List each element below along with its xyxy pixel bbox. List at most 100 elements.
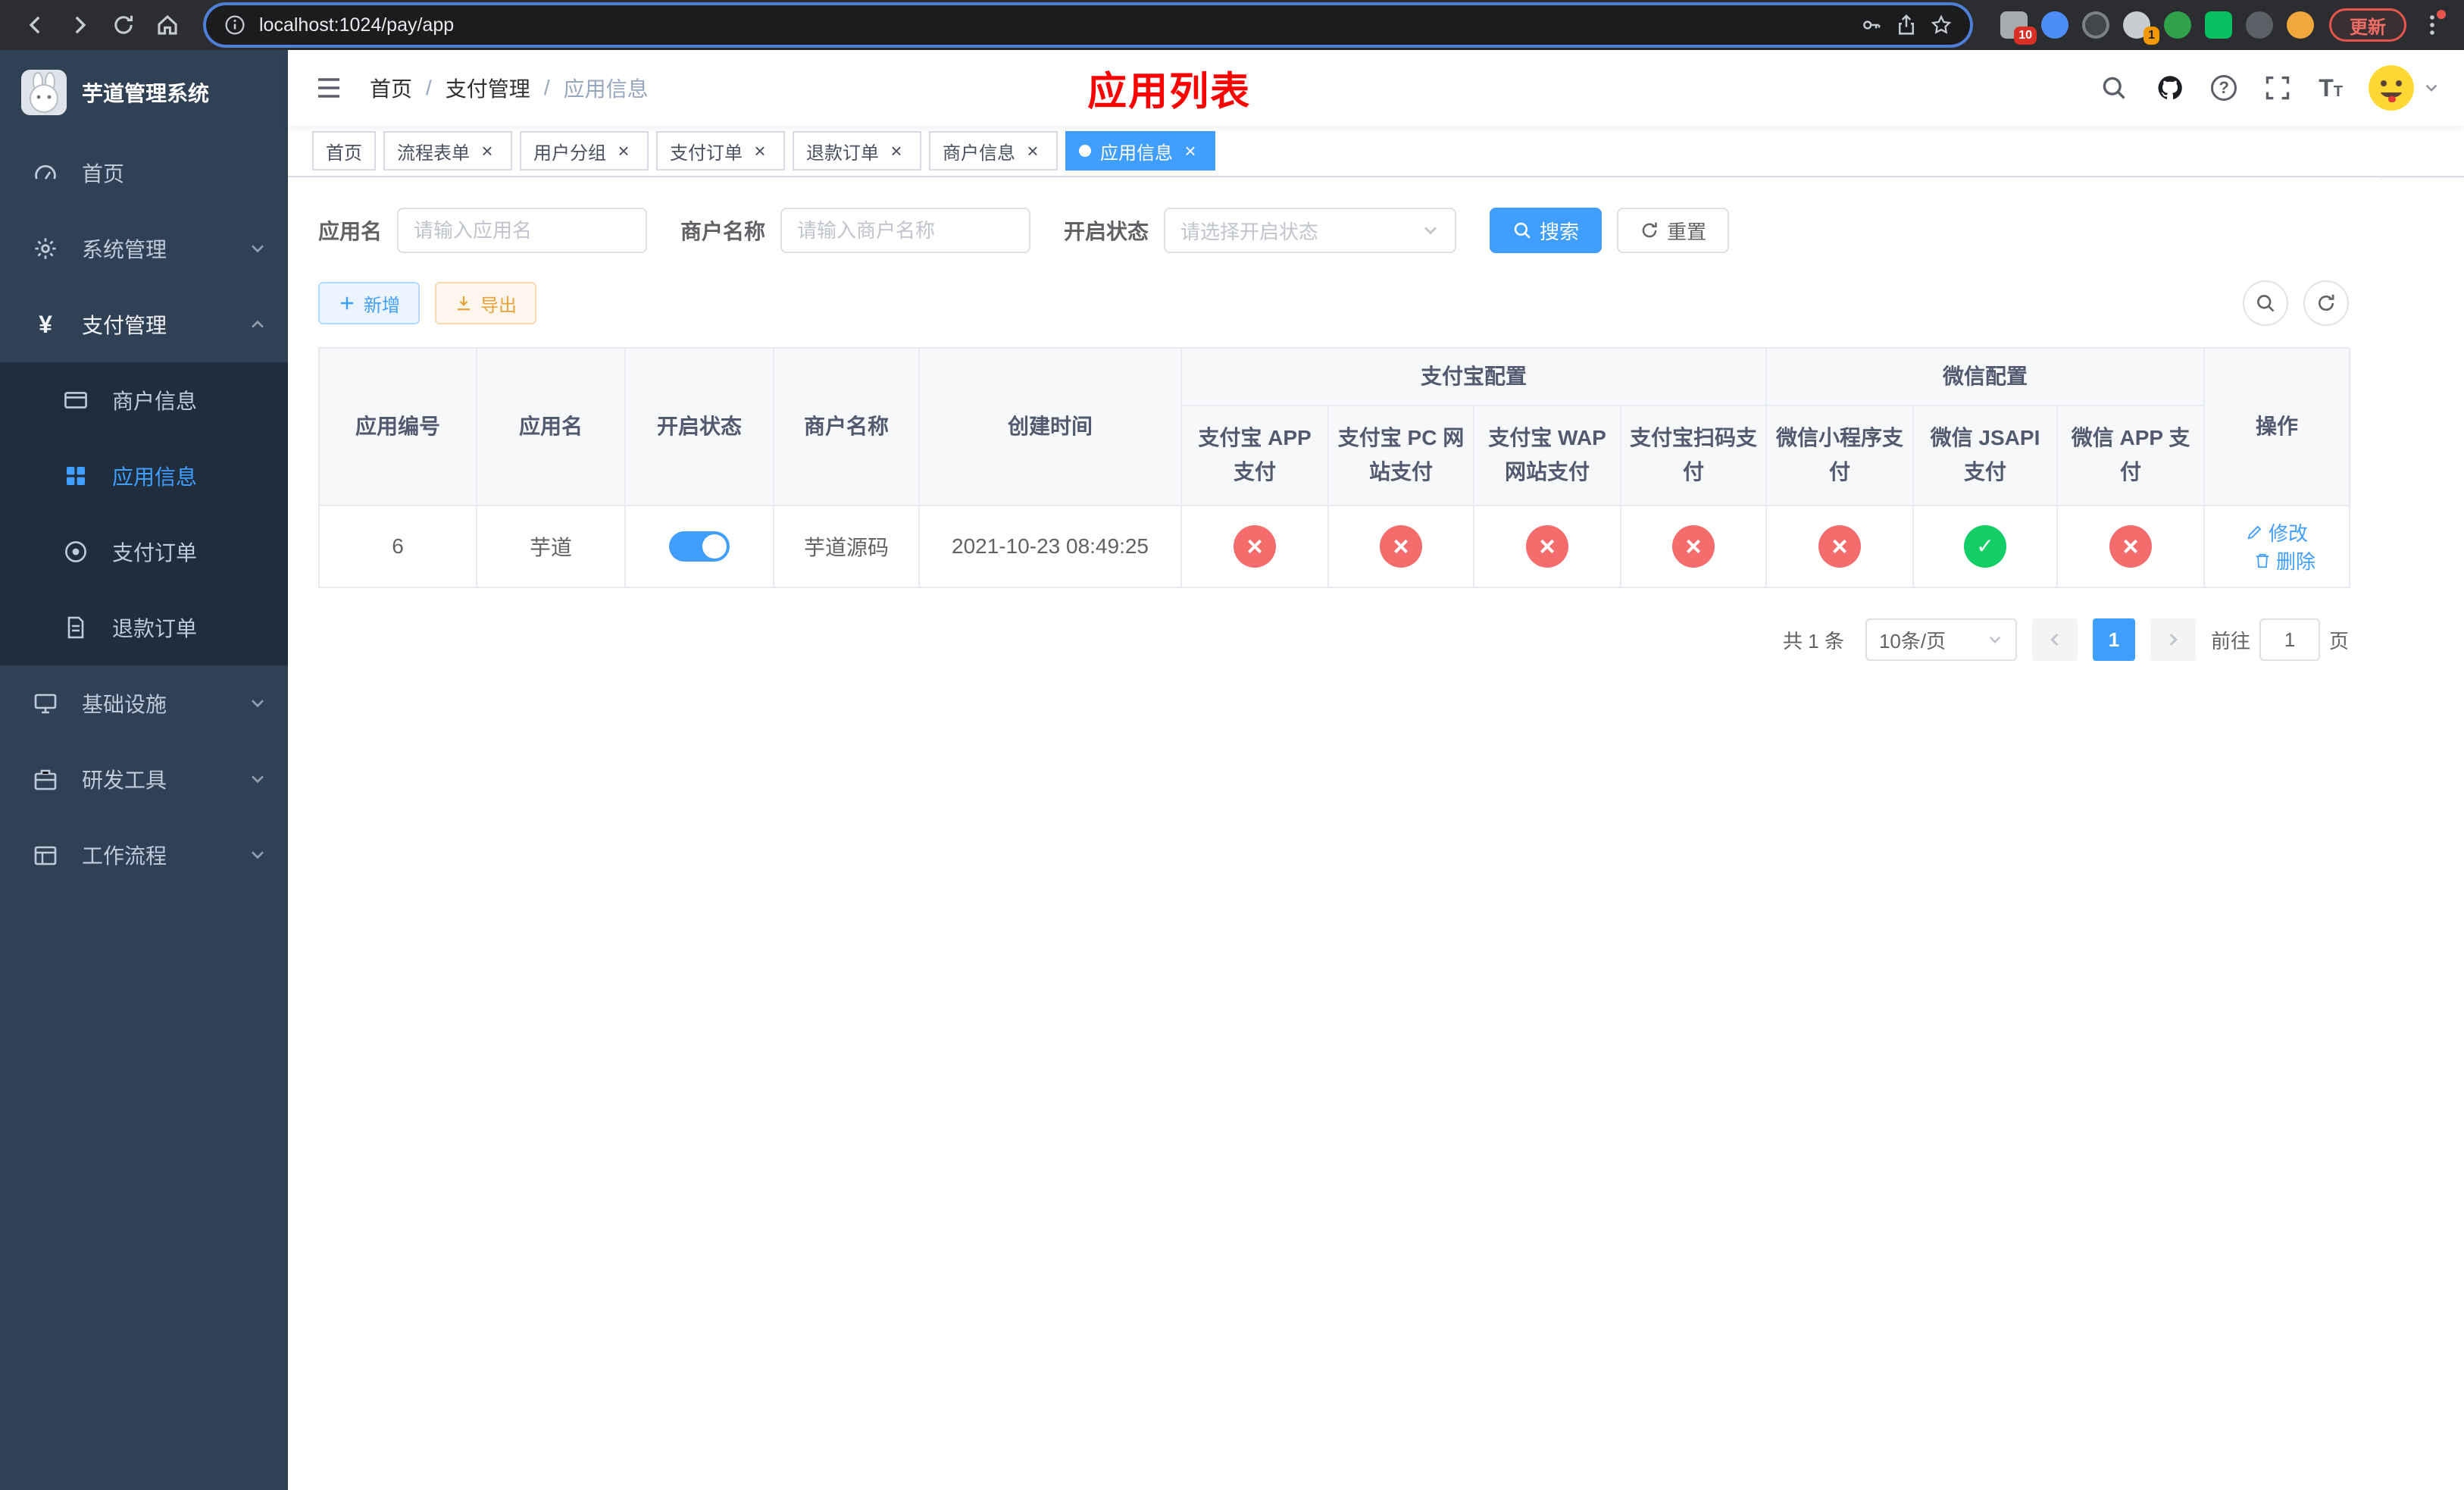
chevron-down-icon xyxy=(1424,227,1437,235)
page-size-select[interactable]: 10条/页 xyxy=(1865,618,2017,661)
tab-process-form[interactable]: 流程表单 xyxy=(383,131,512,171)
document-icon xyxy=(61,612,91,643)
prev-page-button[interactable] xyxy=(2031,618,2078,661)
browser-update-button[interactable]: 更新 xyxy=(2329,8,2406,42)
table-tools xyxy=(2243,280,2349,326)
back-button[interactable] xyxy=(15,5,56,45)
extension-icon[interactable] xyxy=(2287,11,2314,39)
tab-close-icon[interactable] xyxy=(476,139,499,162)
refresh-table-button[interactable] xyxy=(2303,280,2349,326)
sidebar-item-merchant-info[interactable]: 商户信息 xyxy=(0,362,288,438)
app-name-input[interactable] xyxy=(397,208,648,253)
extension-icon[interactable]: 1 xyxy=(2123,11,2159,45)
goto-page-input[interactable] xyxy=(2259,618,2320,661)
wechat-lite-status-icon xyxy=(1818,525,1862,568)
dashboard-icon xyxy=(30,158,61,188)
reload-button[interactable] xyxy=(103,5,144,45)
search-icon[interactable] xyxy=(2099,73,2129,103)
toggle-search-button[interactable] xyxy=(2243,280,2288,326)
forward-button[interactable] xyxy=(59,5,100,45)
tab-refund-order[interactable]: 退款订单 xyxy=(793,131,921,171)
search-button[interactable]: 搜索 xyxy=(1490,208,1603,253)
url-text[interactable]: localhost:1024/pay/app xyxy=(259,14,1847,36)
extension-icon[interactable]: 10 xyxy=(2000,11,2037,45)
col-header-wechat-app: 微信 APP 支付 xyxy=(2056,405,2206,506)
col-header-alipay-qr: 支付宝扫码支付 xyxy=(1619,405,1768,506)
hamburger-icon[interactable] xyxy=(312,71,346,105)
app-title: 芋道管理系统 xyxy=(82,82,210,105)
tab-app-info[interactable]: 应用信息 xyxy=(1065,131,1215,171)
tab-pay-order[interactable]: 支付订单 xyxy=(656,131,785,171)
goto-page: 前往 页 xyxy=(2211,618,2349,661)
screen: localhost:1024/pay/app 10 1 更新 芋道管理系统 首页… xyxy=(0,0,2464,1490)
home-button[interactable] xyxy=(147,5,188,45)
extension-icon[interactable] xyxy=(2164,11,2191,39)
status-label: 开启状态 xyxy=(1064,220,1149,243)
user-menu[interactable] xyxy=(2369,65,2440,111)
font-size-icon[interactable]: TT xyxy=(2319,76,2343,100)
col-header-alipay-pc: 支付宝 PC 网站支付 xyxy=(1327,405,1474,506)
status-select[interactable]: 请选择开启状态 xyxy=(1164,208,1457,253)
sidebar-item-infrastructure[interactable]: 基础设施 xyxy=(0,665,288,741)
sidebar-item-refund-order[interactable]: 退款订单 xyxy=(0,590,288,665)
share-icon[interactable] xyxy=(1896,14,1917,36)
sidebar-item-app-info[interactable]: 应用信息 xyxy=(0,438,288,514)
tab-user-group[interactable]: 用户分组 xyxy=(520,131,649,171)
cell-merchant-name: 芋道源码 xyxy=(773,505,920,588)
goto-suffix: 页 xyxy=(2328,629,2349,653)
alipay-pc-status-icon xyxy=(1380,525,1422,568)
sidebar: 芋道管理系统 首页 系统管理 ¥ 支付管理 商户信息 应用信息 支付订单 退款订… xyxy=(0,50,288,1490)
password-key-icon[interactable] xyxy=(1861,14,1882,36)
tab-close-icon[interactable] xyxy=(1021,139,1044,162)
github-icon[interactable] xyxy=(2155,73,2185,103)
reset-button[interactable]: 重置 xyxy=(1617,208,1730,253)
sidebar-item-home[interactable]: 首页 xyxy=(0,135,288,211)
table-row: 6 芋道 芋道源码 2021-10-23 08:49:25 × × × × × … xyxy=(318,505,2351,588)
sidebar-item-workflow[interactable]: 工作流程 xyxy=(0,817,288,893)
sidebar-item-pay-order[interactable]: 支付订单 xyxy=(0,514,288,590)
active-tab-dot xyxy=(1079,145,1091,157)
tab-close-icon[interactable] xyxy=(612,139,635,162)
extensions-strip: 10 1 xyxy=(2000,11,2314,45)
refresh-icon xyxy=(2319,294,2334,311)
alipay-wap-status-icon xyxy=(1526,525,1568,568)
browser-menu-icon[interactable] xyxy=(2416,5,2449,45)
edit-link[interactable]: 修改 xyxy=(2246,518,2308,546)
tab-close-icon[interactable] xyxy=(885,139,908,162)
extension-icon[interactable] xyxy=(2205,11,2232,39)
tab-close-icon[interactable] xyxy=(749,139,771,162)
extension-icon[interactable] xyxy=(2041,11,2068,39)
help-icon[interactable]: ? xyxy=(2211,75,2237,101)
breadcrumb-separator xyxy=(544,76,550,100)
tab-close-icon[interactable] xyxy=(1179,139,1202,162)
add-button[interactable]: 新增 xyxy=(318,282,420,324)
export-button[interactable]: 导出 xyxy=(435,282,536,324)
bookmark-star-icon[interactable] xyxy=(1931,14,1952,36)
pagination: 共 1 条 10条/页 1 前往 页 xyxy=(318,618,2349,661)
chevron-right-icon xyxy=(2169,633,2178,646)
gear-icon xyxy=(30,233,61,264)
extension-badge: 10 xyxy=(2014,27,2037,45)
site-info-icon[interactable] xyxy=(224,14,245,36)
sidebar-item-dev-tools[interactable]: 研发工具 xyxy=(0,741,288,817)
sidebar-item-payment[interactable]: ¥ 支付管理 xyxy=(0,286,288,362)
tab-merchant-info[interactable]: 商户信息 xyxy=(929,131,1058,171)
page-number-1[interactable]: 1 xyxy=(2092,618,2135,661)
status-toggle[interactable] xyxy=(669,531,730,562)
chevron-up-icon xyxy=(252,320,264,328)
extension-icon[interactable] xyxy=(2082,11,2109,39)
sidebar-logo[interactable]: 芋道管理系统 xyxy=(0,50,288,135)
tab-home[interactable]: 首页 xyxy=(312,131,376,171)
delete-link[interactable]: 删除 xyxy=(2253,546,2315,574)
breadcrumb-payment[interactable]: 支付管理 xyxy=(446,73,530,103)
trash-icon xyxy=(2256,553,2269,568)
merchant-name-input[interactable] xyxy=(780,208,1031,253)
address-bar[interactable]: localhost:1024/pay/app xyxy=(206,5,1970,45)
extension-icon[interactable] xyxy=(2246,11,2273,39)
fullscreen-icon[interactable] xyxy=(2262,73,2293,103)
breadcrumb-home[interactable]: 首页 xyxy=(370,73,412,103)
next-page-button[interactable] xyxy=(2150,618,2196,661)
col-header-alipay-app: 支付宝 APP 支付 xyxy=(1180,405,1329,506)
sidebar-item-system[interactable]: 系统管理 xyxy=(0,211,288,286)
record-circle-icon xyxy=(61,537,91,567)
